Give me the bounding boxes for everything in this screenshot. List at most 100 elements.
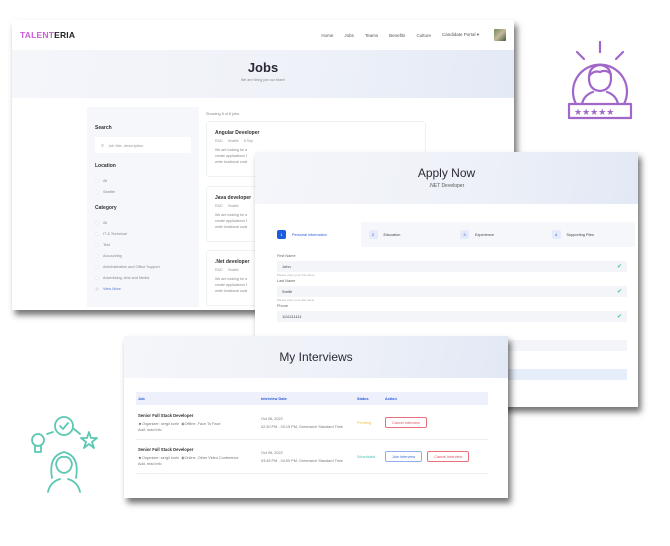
location-label: Seattle bbox=[227, 204, 239, 208]
join-interview-button[interactable]: Join Interview bbox=[385, 451, 423, 462]
checkbox-icon bbox=[95, 231, 99, 236]
column-job: Job bbox=[138, 396, 145, 401]
checkbox-icon bbox=[95, 242, 99, 247]
first-name-input[interactable]: John ✔ bbox=[277, 261, 627, 272]
first-name-hint: Please enter your first name bbox=[277, 273, 315, 277]
interview-time: 03:45 PM - 04:00 PM, Greenwich Standard … bbox=[261, 458, 343, 463]
checkbox-icon bbox=[95, 253, 99, 258]
table-row: Senior Full Stack Developer ☻Organizer: … bbox=[136, 440, 488, 474]
brand-logo[interactable]: TALENTERIA bbox=[20, 30, 75, 40]
phone-input[interactable]: 1111111111 ✔ bbox=[277, 311, 627, 322]
view-more-label: View More bbox=[103, 286, 121, 291]
nav-home[interactable]: Home bbox=[321, 33, 333, 38]
step-number: 1 bbox=[277, 230, 286, 239]
status-badge: Pending bbox=[357, 420, 371, 425]
my-interviews-window: My Interviews Job Interview Date Status … bbox=[124, 336, 508, 498]
category-option[interactable]: Accounting bbox=[95, 250, 191, 261]
search-icon: ⚲ bbox=[101, 142, 104, 148]
nav-menu: Home Jobs Teams Benefits Culture Candida… bbox=[321, 29, 506, 41]
desc-line: write functional code bbox=[215, 225, 247, 229]
job-title: Senior Full Stack Developer bbox=[138, 412, 194, 418]
job-cell: Senior Full Stack Developer ☻Organizer: … bbox=[136, 413, 261, 433]
category-option[interactable]: All bbox=[95, 217, 191, 228]
cancel-interview-button[interactable]: Cancel interview bbox=[385, 417, 427, 428]
location-option[interactable]: Seattle bbox=[95, 186, 191, 197]
check-icon: ✔ bbox=[616, 314, 622, 320]
location-option[interactable]: All bbox=[95, 175, 191, 186]
organizer: Organizer: sergii korle bbox=[142, 421, 180, 426]
table-header: Job Interview Date Status Action bbox=[136, 392, 488, 405]
page-subtitle: We are hiring join our team! bbox=[240, 78, 286, 82]
brand-part-2: ERIA bbox=[54, 30, 76, 40]
application-steps: 1 Personal information 2 Education 3 Exp… bbox=[269, 222, 635, 247]
step-number: 3 bbox=[460, 230, 469, 239]
first-name-value: John bbox=[282, 264, 291, 269]
rated-candidate-icon: ★★★★★ bbox=[567, 40, 633, 120]
column-interview-date: Interview Date bbox=[261, 396, 287, 401]
checkbox-icon bbox=[95, 220, 99, 225]
category-option[interactable]: Advertising, Arts and Media bbox=[95, 272, 191, 283]
lightbulb-icon bbox=[31, 433, 45, 447]
category-option[interactable]: IT & Technical bbox=[95, 228, 191, 239]
date-cell: Oct 06, 2022 02:30 PM - 03:15 PM, Greenw… bbox=[261, 417, 357, 429]
phone-value: 1111111111 bbox=[282, 314, 302, 319]
filter-sidebar: Search ⚲ Job title, description Location… bbox=[87, 107, 199, 307]
interview-date: Oct 06, 2022 bbox=[261, 416, 283, 421]
interviews-title: My Interviews bbox=[279, 350, 353, 364]
column-action: Action bbox=[385, 396, 397, 401]
last-name-hint: Please enter your last name bbox=[277, 298, 315, 302]
category-option[interactable]: Administration and Office Support bbox=[95, 261, 191, 272]
step-label: Experience bbox=[475, 232, 494, 237]
location-label: Seattle bbox=[103, 189, 115, 194]
jobs-hero: Jobs We are hiring join our team! bbox=[12, 50, 514, 98]
category-label: Test bbox=[103, 242, 110, 247]
category-option[interactable]: Test bbox=[95, 239, 191, 250]
last-name-value: Smith bbox=[282, 289, 293, 294]
step-supporting-files[interactable]: 4 Supporting Files bbox=[544, 222, 636, 247]
action-cell: Join Interview Cancel Interview bbox=[385, 451, 470, 462]
category-label: Administration and Office Support bbox=[103, 264, 160, 269]
interview-location: Offline, Face To Face bbox=[184, 421, 221, 426]
radio-icon bbox=[95, 189, 99, 194]
job-meta: R&D Seattle 8 Sep bbox=[215, 139, 417, 143]
nav-culture[interactable]: Culture bbox=[416, 33, 431, 38]
extra-info[interactable]: Add. read info bbox=[138, 428, 162, 432]
user-avatar[interactable] bbox=[494, 29, 506, 41]
search-input[interactable]: ⚲ Job title, description bbox=[95, 137, 191, 153]
location-label: All bbox=[103, 178, 108, 183]
last-name-label: Last Name bbox=[277, 279, 296, 283]
cancel-interview-button[interactable]: Cancel Interview bbox=[427, 451, 470, 462]
first-name-label: First Name bbox=[277, 254, 296, 258]
view-more-link[interactable]: View More bbox=[95, 283, 191, 294]
job-title: Senior Full Stack Developer bbox=[138, 446, 194, 452]
desc-line: write functional code bbox=[215, 160, 247, 164]
checkmark-circle-icon bbox=[54, 416, 74, 436]
job-title: Angular Developer bbox=[215, 130, 260, 136]
search-heading: Search bbox=[95, 125, 112, 131]
category-label: Advertising, Arts and Media bbox=[103, 275, 150, 280]
job-description: We are looking for a create applications… bbox=[215, 212, 247, 230]
job-description: We are looking for a create applications… bbox=[215, 147, 247, 165]
nav-benefits[interactable]: Benefits bbox=[389, 33, 405, 38]
nav-jobs[interactable]: Jobs bbox=[344, 33, 354, 38]
step-label: Personal information bbox=[292, 232, 327, 237]
idea-to-goal-person-icon bbox=[31, 416, 98, 493]
results-count: Showing 8 of 8 jobs bbox=[206, 112, 240, 116]
last-name-input[interactable]: Smith ✔ bbox=[277, 286, 627, 297]
department-label: R&D bbox=[215, 139, 223, 143]
step-label: Supporting Files bbox=[566, 232, 594, 237]
check-icon: ✔ bbox=[616, 289, 622, 295]
step-experience[interactable]: 3 Experience bbox=[452, 222, 544, 247]
location-heading: Location bbox=[95, 163, 116, 169]
plus-icon bbox=[95, 286, 99, 291]
nav-candidate-portal[interactable]: Candidate Portal bbox=[442, 32, 479, 38]
checkbox-icon bbox=[95, 275, 99, 280]
step-personal-information[interactable]: 1 Personal information bbox=[269, 222, 361, 247]
extra-info[interactable]: Add. read info bbox=[138, 462, 162, 466]
step-education[interactable]: 2 Education bbox=[361, 222, 453, 247]
job-details: ☻Organizer: sergii korle ◉Online, Other … bbox=[138, 455, 261, 467]
search-placeholder: Job title, description bbox=[107, 142, 144, 148]
checkbox-icon bbox=[95, 264, 99, 269]
nav-teams[interactable]: Teams bbox=[365, 33, 378, 38]
category-label: Accounting bbox=[103, 253, 122, 258]
